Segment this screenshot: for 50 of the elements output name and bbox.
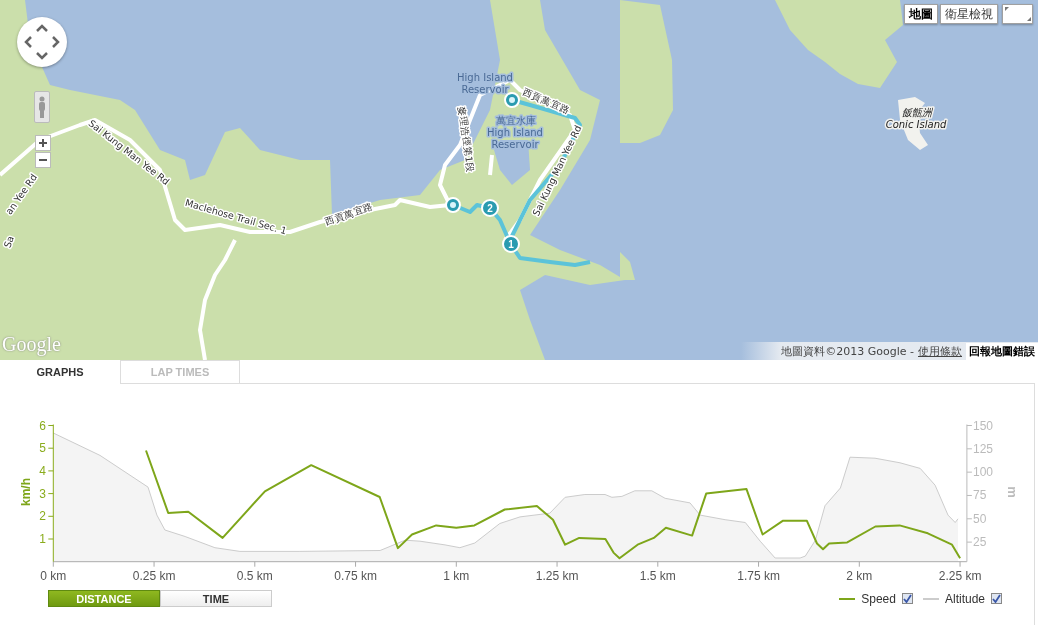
axis-tick-label: 1.5 km xyxy=(639,569,676,583)
legend-label: Altitude xyxy=(944,591,985,606)
map-label: 麥理浩徑第1段 xyxy=(456,106,477,173)
map-label: High Island xyxy=(457,72,513,83)
map-type-button[interactable]: 衛星檢視 xyxy=(940,4,998,24)
axis-tick-label: 0.25 km xyxy=(132,569,176,583)
axis-tick-label: 2.25 km xyxy=(938,569,982,583)
axis-tick-label: 1 km xyxy=(443,569,470,583)
axis-tick-label: 1.25 km xyxy=(535,569,579,583)
map-label: an Yee Rd xyxy=(3,171,40,217)
map-label: 萬宜水庫 xyxy=(496,115,536,126)
map-label: Sa xyxy=(1,234,16,250)
terms-link[interactable]: 使用條款 xyxy=(918,343,962,359)
attribution-text: 地圖資料©2013 Google - xyxy=(781,343,914,359)
axis-mode-button[interactable]: TIME xyxy=(160,590,272,607)
axis-tick-label: 3 xyxy=(39,486,46,501)
map-logo: Google xyxy=(2,333,61,356)
map-label: 飯甑洲 xyxy=(902,107,932,118)
axis-tick-label: 75 xyxy=(973,488,987,503)
axis-tick-label: 150 xyxy=(973,418,994,433)
axis-tick-label: 4 xyxy=(39,463,46,478)
fullscreen-icon[interactable] xyxy=(1002,4,1033,24)
axis-title: km/h xyxy=(19,478,33,506)
axis-tick-label: 2 xyxy=(39,509,46,524)
axis-title: m xyxy=(1005,486,1020,498)
axis-tick-label: 5 xyxy=(39,441,46,456)
legend-checkbox[interactable] xyxy=(901,593,913,604)
axis-tick-label: 6 xyxy=(39,418,46,433)
route-marker-icon[interactable] xyxy=(504,92,520,108)
route-marker-icon[interactable] xyxy=(445,197,461,213)
axis-tick-label: 0.75 km xyxy=(334,569,377,583)
axis-tick-label: 25 xyxy=(973,535,987,550)
legend-checkbox[interactable] xyxy=(991,593,1002,604)
map-label: 西貢萬宜路 xyxy=(521,85,572,116)
axis-tick-label: 100 xyxy=(973,465,994,480)
map-label: 西貢萬宜路 xyxy=(323,200,375,227)
axis-tick-label: 1 xyxy=(39,532,46,546)
zoom-in-icon[interactable] xyxy=(35,135,51,151)
legend-label: Speed xyxy=(861,591,896,606)
zoom-out-icon[interactable] xyxy=(35,152,51,168)
axis-tick-label: 125 xyxy=(973,441,994,456)
axis-tick-label: 2 km xyxy=(846,569,873,583)
map-label: Conic Island xyxy=(885,119,947,130)
map-label: Reservoir xyxy=(491,139,539,150)
map-label: High Island xyxy=(487,127,543,138)
axis-tick-label: 0.5 km xyxy=(236,569,273,583)
axis-tick-label: 1.75 km xyxy=(737,569,780,583)
axis-tick-label: 50 xyxy=(973,511,987,526)
axis-tick-label: 0 km xyxy=(40,569,67,583)
map-type-button[interactable]: 地圖 xyxy=(904,4,938,24)
